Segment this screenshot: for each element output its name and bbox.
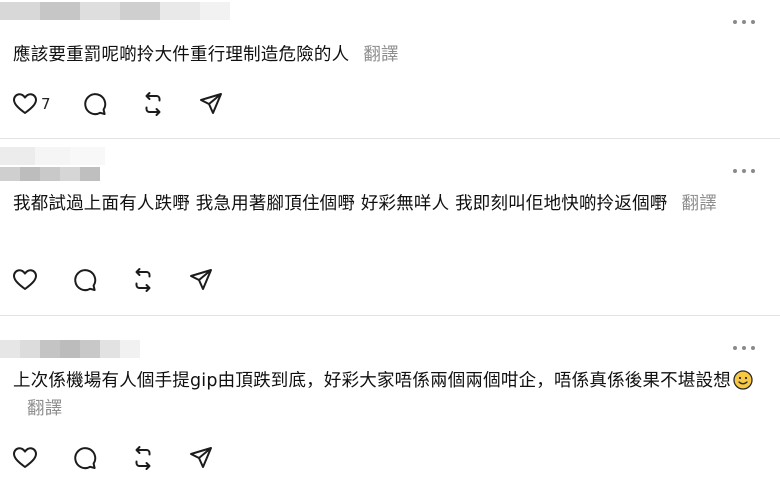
- comment-bubble-icon: [74, 269, 97, 292]
- comment-bubble-icon: [83, 93, 106, 116]
- comment-bubble-icon: [74, 447, 97, 470]
- heart-icon: [13, 269, 37, 290]
- reply-button[interactable]: [82, 91, 108, 117]
- repost-button[interactable]: [130, 445, 156, 471]
- comment-body: 應該要重罰呢啲拎大件重行理制造危險的人: [13, 45, 350, 65]
- send-icon: [199, 93, 222, 114]
- like-count: 7: [41, 95, 51, 113]
- reply-button[interactable]: [72, 445, 98, 471]
- comment-1: 應該要重罰呢啲拎大件重行理制造危險的人 翻譯 7: [0, 0, 780, 138]
- repost-icon: [145, 92, 161, 116]
- action-bar: [12, 443, 246, 473]
- comment-3: 上次係機場有人個手提gip由頂跌到底，好彩大家唔係兩個兩個咁企，唔係真係後果不堪…: [0, 316, 780, 482]
- action-bar: 7: [12, 89, 256, 119]
- more-horizontal-icon: [733, 169, 737, 173]
- like-button[interactable]: 7: [12, 92, 51, 116]
- repost-button[interactable]: [140, 91, 166, 117]
- comment-text: 上次係機場有人個手提gip由頂跌到底，好彩大家唔係兩個兩個咁企，唔係真係後果不堪…: [13, 367, 758, 423]
- translate-link[interactable]: 翻譯: [363, 45, 398, 65]
- heart-icon: [13, 93, 37, 114]
- more-options-button[interactable]: [733, 164, 755, 178]
- username-blurred[interactable]: [0, 340, 140, 358]
- share-button[interactable]: [188, 445, 214, 471]
- comment-2: 我都試過上面有人跌嘢 我急用著腳頂住個嘢 好彩無咩人 我即刻叫佢地快啲拎返個嘢翻…: [0, 139, 780, 315]
- more-horizontal-icon: [733, 346, 737, 350]
- comment-text: 應該要重罰呢啲拎大件重行理制造危險的人 翻譯: [13, 41, 762, 69]
- translate-link[interactable]: 翻譯: [682, 194, 717, 214]
- heart-icon: [13, 447, 37, 468]
- username-blurred-line: [0, 167, 100, 181]
- repost-button[interactable]: [130, 267, 156, 293]
- share-button[interactable]: [188, 267, 214, 293]
- slightly-smiling-face-emoji: [733, 370, 753, 390]
- repost-icon: [135, 446, 151, 470]
- share-button[interactable]: [198, 91, 224, 117]
- action-bar: [12, 265, 246, 295]
- comment-body: 上次係機場有人個手提gip由頂跌到底，好彩大家唔係兩個兩個咁企，唔係真係後果不堪…: [13, 371, 731, 391]
- comment-body: 我都試過上面有人跌嘢 我急用著腳頂住個嘢 好彩無咩人 我即刻叫佢地快啲拎返個嘢: [13, 194, 668, 214]
- more-options-button[interactable]: [733, 341, 755, 355]
- more-options-button[interactable]: [733, 15, 755, 29]
- send-icon: [190, 447, 212, 468]
- repost-icon: [135, 268, 151, 292]
- translate-link[interactable]: 翻譯: [27, 399, 62, 419]
- send-icon: [190, 269, 212, 290]
- reply-button[interactable]: [72, 267, 98, 293]
- more-horizontal-icon: [733, 20, 737, 24]
- comment-text: 我都試過上面有人跌嘢 我急用著腳頂住個嘢 好彩無咩人 我即刻叫佢地快啲拎返個嘢翻…: [13, 190, 758, 218]
- username-blurred[interactable]: [0, 147, 140, 165]
- like-button[interactable]: [12, 446, 38, 470]
- username-blurred[interactable]: [0, 2, 230, 20]
- like-button[interactable]: [12, 268, 38, 292]
